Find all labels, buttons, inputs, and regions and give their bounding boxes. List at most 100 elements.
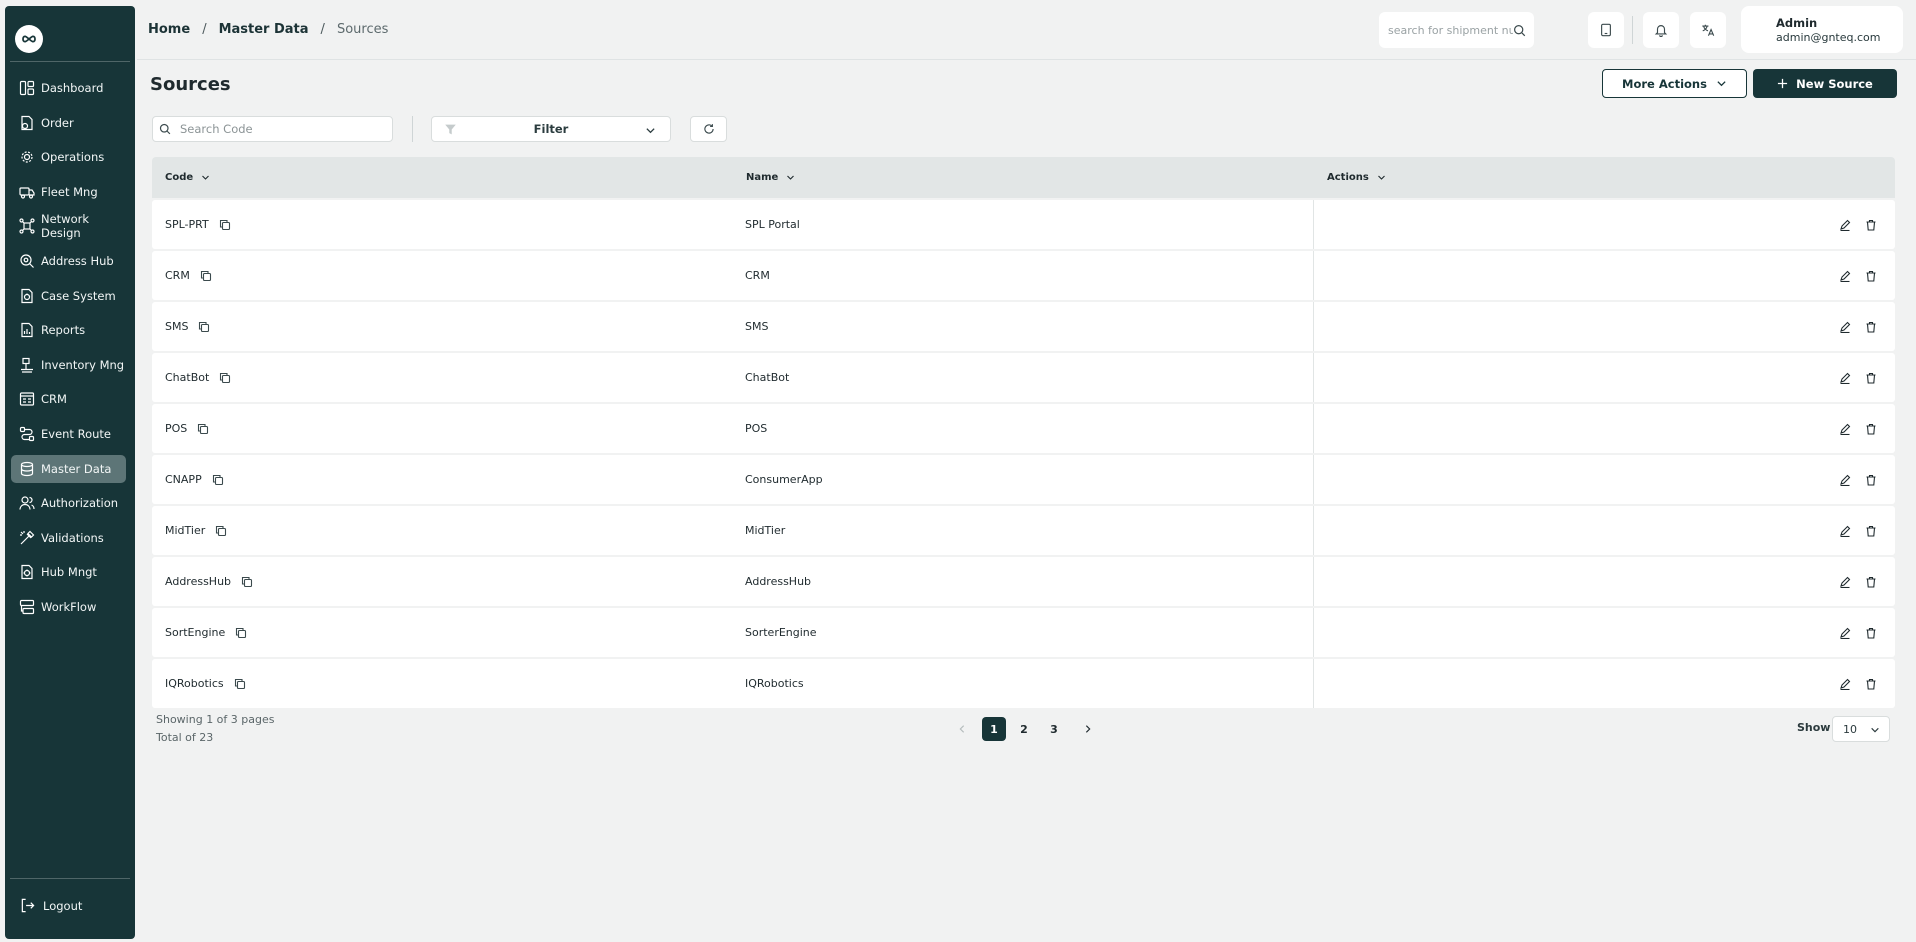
sidebar-item-hub-mngt[interactable]: Hub Mngt: [11, 558, 126, 586]
trash-icon[interactable]: [1865, 423, 1877, 435]
breadcrumb-home[interactable]: Home: [148, 22, 190, 37]
more-actions-button[interactable]: More Actions: [1602, 69, 1747, 98]
breadcrumb-separator: /: [320, 22, 325, 37]
sidebar-item-case-system[interactable]: Case System: [11, 282, 126, 310]
cell-name: SMS: [745, 320, 769, 333]
trash-icon[interactable]: [1865, 525, 1877, 537]
column-divider: [1313, 200, 1314, 249]
copy-icon[interactable]: [197, 423, 209, 435]
filter-dropdown[interactable]: Filter: [431, 116, 671, 142]
new-source-label: New Source: [1796, 76, 1873, 91]
order-icon: [21, 115, 33, 130]
sidebar-item-network-design[interactable]: Network Design: [11, 212, 126, 240]
user-email: admin@gnteq.com: [1776, 31, 1881, 44]
cell-code: IQRobotics: [165, 677, 224, 690]
edit-icon[interactable]: [1839, 576, 1851, 588]
sidebar-item-workflow[interactable]: WorkFlow: [11, 593, 126, 621]
prev-page-button[interactable]: [955, 722, 969, 736]
chevron-down-icon: [1377, 175, 1385, 180]
user-profile[interactable]: Admin admin@gnteq.com: [1741, 6, 1903, 53]
table-header: Code Name Actions: [152, 157, 1895, 198]
trash-icon[interactable]: [1865, 270, 1877, 282]
page-button-2[interactable]: 2: [1012, 717, 1036, 741]
column-divider: [1313, 659, 1314, 708]
copy-icon[interactable]: [235, 627, 247, 639]
copy-icon[interactable]: [198, 321, 210, 333]
chevron-down-icon: [1717, 81, 1726, 87]
breadcrumb-current: Sources: [336, 22, 389, 37]
sidebar-item-authorization[interactable]: Authorization: [11, 489, 126, 517]
trash-icon[interactable]: [1865, 627, 1877, 639]
edit-icon[interactable]: [1839, 321, 1851, 333]
tablet-button[interactable]: [1588, 12, 1624, 48]
trash-icon[interactable]: [1865, 576, 1877, 588]
edit-icon[interactable]: [1839, 372, 1851, 384]
cell-code: SPL-PRT: [165, 218, 209, 231]
copy-icon[interactable]: [215, 525, 227, 537]
sidebar-item-validations[interactable]: Validations: [11, 524, 126, 552]
shipment-search-input[interactable]: [1388, 23, 1513, 37]
column-header-actions[interactable]: Actions: [1327, 172, 1386, 183]
row-actions: [1825, 608, 1877, 657]
trash-icon[interactable]: [1865, 372, 1877, 384]
sidebar-item-label: Master Data: [41, 461, 112, 476]
breadcrumb-master-data[interactable]: Master Data: [219, 22, 309, 37]
trash-icon[interactable]: [1865, 678, 1877, 690]
edit-icon[interactable]: [1839, 423, 1851, 435]
refresh-button[interactable]: [690, 116, 727, 142]
edit-icon[interactable]: [1839, 270, 1851, 282]
copy-icon[interactable]: [219, 372, 231, 384]
translate-button[interactable]: [1690, 12, 1726, 48]
sidebar-item-address-hub[interactable]: Address Hub: [11, 247, 126, 275]
cell-name: IQRobotics: [745, 677, 804, 690]
sidebar-item-order[interactable]: Order: [11, 109, 126, 137]
code-search-input[interactable]: [180, 122, 380, 136]
more-actions-label: More Actions: [1622, 76, 1707, 91]
page-title: Sources: [150, 74, 231, 95]
copy-icon[interactable]: [234, 678, 246, 690]
sidebar-item-fleet-mng[interactable]: Fleet Mng: [11, 178, 126, 206]
cell-code: CRM: [165, 269, 190, 282]
sidebar-item-event-route[interactable]: Event Route: [11, 420, 126, 448]
notifications-button[interactable]: [1643, 12, 1679, 48]
next-page-button[interactable]: [1081, 722, 1095, 736]
search-icon[interactable]: [1513, 24, 1526, 37]
chevron-down-icon: [202, 175, 210, 180]
column-header-label: Actions: [1327, 172, 1369, 183]
copy-icon[interactable]: [241, 576, 253, 588]
sidebar-item-operations[interactable]: Operations: [11, 143, 126, 171]
page-size-label: Show: [1797, 721, 1831, 734]
new-source-button[interactable]: New Source: [1753, 69, 1897, 98]
sidebar-item-inventory-mng[interactable]: Inventory Mng: [11, 351, 126, 379]
column-header-name[interactable]: Name: [746, 172, 795, 183]
edit-icon[interactable]: [1839, 474, 1851, 486]
sidebar-item-reports[interactable]: Reports: [11, 316, 126, 344]
edit-icon[interactable]: [1839, 525, 1851, 537]
edit-icon[interactable]: [1839, 219, 1851, 231]
trash-icon[interactable]: [1865, 321, 1877, 333]
sidebar-item-master-data[interactable]: Master Data: [11, 454, 126, 483]
page-button-3[interactable]: 3: [1042, 717, 1066, 741]
row-actions: [1825, 302, 1877, 351]
table-row: AddressHub AddressHub: [152, 557, 1895, 606]
copy-icon[interactable]: [200, 270, 212, 282]
page-size-select[interactable]: 10: [1832, 716, 1890, 742]
column-header-code[interactable]: Code: [165, 172, 210, 183]
breadcrumb-separator: /: [202, 22, 207, 37]
trash-icon[interactable]: [1865, 474, 1877, 486]
logout-button[interactable]: Logout: [20, 898, 82, 913]
page-button-1[interactable]: 1: [982, 717, 1006, 741]
copy-icon[interactable]: [212, 474, 224, 486]
column-divider: [1313, 404, 1314, 453]
sidebar-item-crm[interactable]: CRM: [11, 385, 126, 413]
edit-icon[interactable]: [1839, 678, 1851, 690]
logo[interactable]: [15, 25, 43, 53]
table-body: SPL-PRT SPL Portal CRM CRM SMS SMS ChatB…: [152, 200, 1895, 710]
sidebar-item-dashboard[interactable]: Dashboard: [11, 74, 126, 102]
workflow-icon: [19, 599, 35, 615]
edit-icon[interactable]: [1839, 627, 1851, 639]
copy-icon[interactable]: [219, 219, 231, 231]
column-divider: [1313, 455, 1314, 504]
trash-icon[interactable]: [1865, 219, 1877, 231]
search-icon: [159, 123, 171, 135]
